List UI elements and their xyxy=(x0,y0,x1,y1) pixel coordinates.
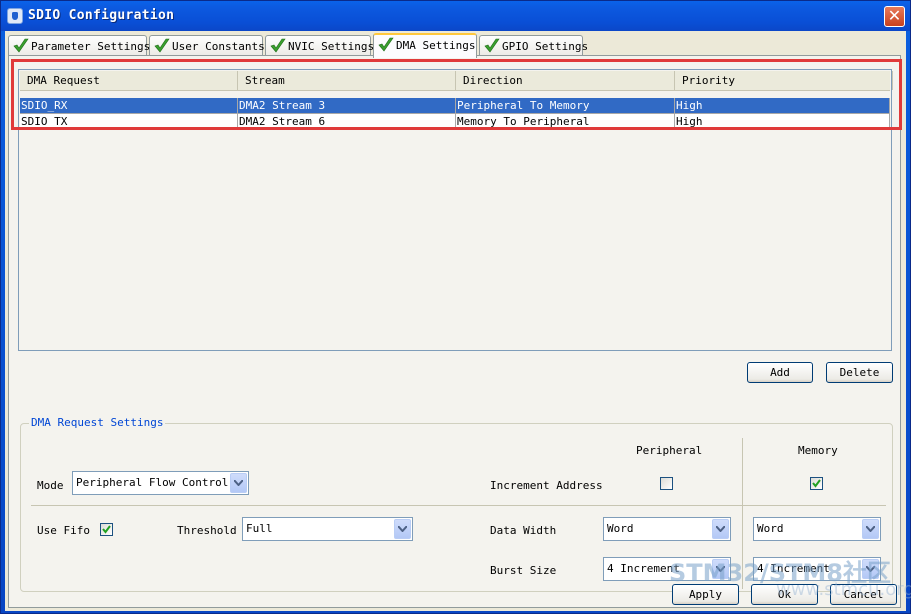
mode-label: Mode xyxy=(37,479,64,492)
tab-label: User Constants xyxy=(172,40,265,53)
burst-size-label: Burst Size xyxy=(490,564,557,577)
data-width-memory-select[interactable]: Word xyxy=(753,517,881,541)
title-bar[interactable]: SDIO Configuration ✕ xyxy=(1,1,910,31)
checkmark-icon xyxy=(812,479,821,488)
mode-select[interactable]: Peripheral Flow Control xyxy=(72,471,249,495)
dialog-window: SDIO Configuration ✕ Parameter Settings … xyxy=(0,0,911,614)
use-fifo-checkbox[interactable] xyxy=(100,523,113,536)
tab-label: Parameter Settings xyxy=(31,40,151,53)
highlight-annotation-box xyxy=(11,59,902,130)
peripheral-column-header: Peripheral xyxy=(636,444,703,457)
tab-label: NVIC Settings xyxy=(288,40,375,53)
checkmark-icon xyxy=(102,525,111,534)
chevron-down-icon[interactable] xyxy=(230,473,247,493)
threshold-label: Threshold xyxy=(177,524,237,537)
check-icon xyxy=(154,38,170,53)
dma-settings-panel: DMA Request Stream Direction Priority SD… xyxy=(8,55,901,608)
app-shield-icon xyxy=(7,8,23,24)
tab-nvic-settings[interactable]: NVIC Settings xyxy=(265,35,375,56)
data-width-peripheral-select[interactable]: Word xyxy=(603,517,731,541)
increment-peripheral-checkbox[interactable] xyxy=(660,477,673,490)
chevron-down-icon[interactable] xyxy=(712,519,729,539)
tab-gpio-settings[interactable]: GPIO Settings xyxy=(479,35,588,56)
increment-address-label: Increment Address xyxy=(490,479,603,492)
chevron-down-icon[interactable] xyxy=(394,519,411,539)
delete-button[interactable]: Delete xyxy=(826,362,893,383)
data-width-label: Data Width xyxy=(490,524,557,537)
tab-parameter-settings[interactable]: Parameter Settings xyxy=(8,35,151,56)
close-icon: ✕ xyxy=(887,6,902,25)
tab-label: DMA Settings xyxy=(396,39,476,52)
window-title: SDIO Configuration xyxy=(28,8,175,23)
close-button[interactable]: ✕ xyxy=(884,6,905,27)
tab-label: GPIO Settings xyxy=(502,40,589,53)
divider xyxy=(31,505,886,506)
memory-column-header: Memory xyxy=(798,444,838,457)
data-width-peripheral-value: Word xyxy=(607,522,634,535)
check-icon xyxy=(270,38,286,53)
mode-select-value: Peripheral Flow Control xyxy=(76,476,229,489)
check-icon xyxy=(484,38,500,53)
tab-dma-settings[interactable]: DMA Settings xyxy=(373,33,477,58)
group-title: DMA Request Settings xyxy=(29,416,166,429)
check-icon xyxy=(378,37,394,52)
data-width-memory-value: Word xyxy=(757,522,784,535)
threshold-select-value: Full xyxy=(246,522,273,535)
tab-user-constants[interactable]: User Constants xyxy=(149,35,265,56)
add-button[interactable]: Add xyxy=(747,362,813,383)
threshold-select[interactable]: Full xyxy=(242,517,413,541)
chevron-down-icon[interactable] xyxy=(862,519,879,539)
increment-memory-checkbox[interactable] xyxy=(810,477,823,490)
watermark-url: www.stmcu.org xyxy=(776,579,911,600)
check-icon xyxy=(13,38,29,53)
use-fifo-label: Use Fifo xyxy=(37,524,90,537)
